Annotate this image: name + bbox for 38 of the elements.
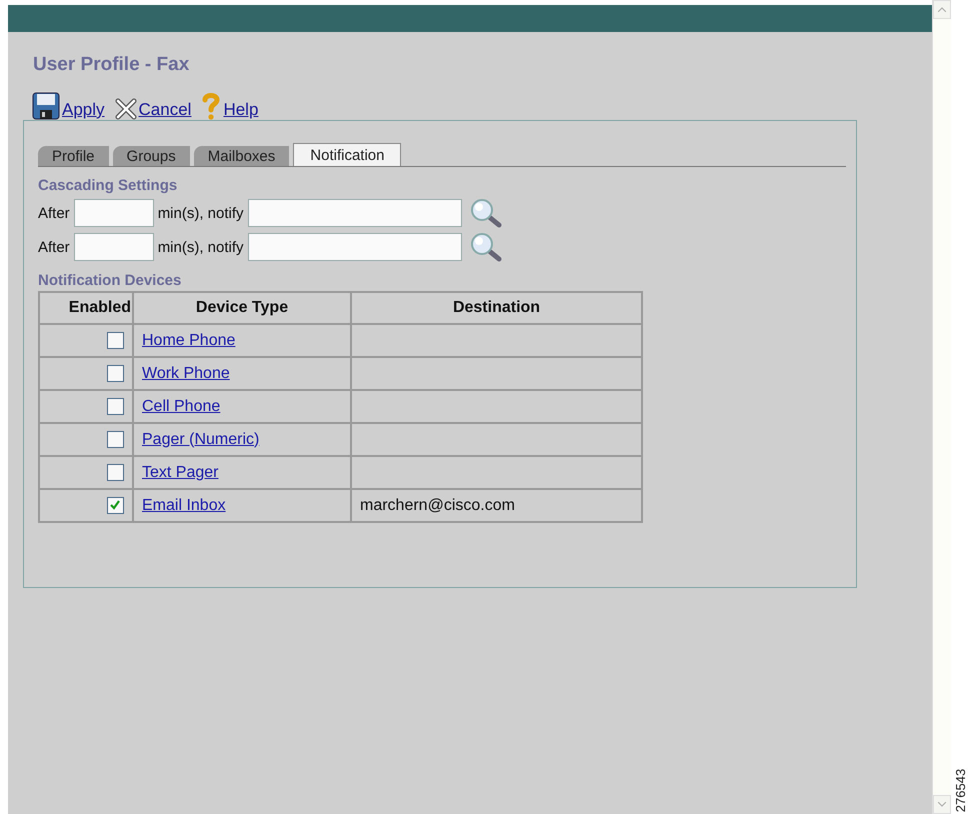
tab[interactable]: Profile (38, 146, 109, 166)
minutes-field[interactable] (74, 199, 154, 227)
tab[interactable]: Notification (293, 143, 402, 166)
column-header: Enabled (39, 292, 133, 324)
device-link[interactable]: Cell Phone (142, 398, 220, 414)
field-label: After (38, 238, 70, 256)
device-link[interactable]: Email Inbox (142, 496, 226, 514)
checkbox[interactable] (107, 398, 124, 415)
section-heading: Cascading Settings (38, 177, 178, 194)
help-link[interactable]: Help (201, 92, 258, 120)
up-caret-icon (938, 7, 946, 12)
checkbox[interactable] (107, 332, 124, 349)
field-label: After (38, 204, 70, 222)
tab[interactable]: Mailboxes (194, 146, 290, 166)
checkbox[interactable] (107, 496, 124, 514)
tab[interactable]: Groups (112, 146, 190, 166)
section-heading: Notification Devices (38, 272, 182, 289)
cancel-link[interactable]: Cancel (114, 98, 192, 120)
checkbox[interactable] (107, 364, 124, 382)
search-icon[interactable] (470, 232, 502, 262)
page-title: User Profile - Fax (33, 54, 190, 76)
down-caret-icon (938, 802, 946, 807)
field-label: min(s), notify (158, 204, 244, 222)
notify-field[interactable] (248, 199, 462, 227)
notify-field[interactable] (248, 233, 462, 261)
search-icon[interactable] (470, 198, 502, 228)
field-label: min(s), notify (158, 238, 244, 256)
minutes-field[interactable] (74, 233, 154, 261)
checkbox[interactable] (107, 430, 124, 448)
checkbox[interactable] (107, 464, 124, 481)
device-link[interactable]: Text Pager (142, 464, 218, 480)
destination-text: marchern@cisco.com (360, 496, 515, 514)
cross-icon (114, 98, 137, 120)
column-header: Device Type (133, 292, 351, 324)
question-mark-icon (201, 92, 222, 120)
figure-number: 276543 (954, 767, 968, 814)
column-header: Destination (351, 292, 642, 324)
apply-link[interactable]: Apply (32, 92, 105, 120)
